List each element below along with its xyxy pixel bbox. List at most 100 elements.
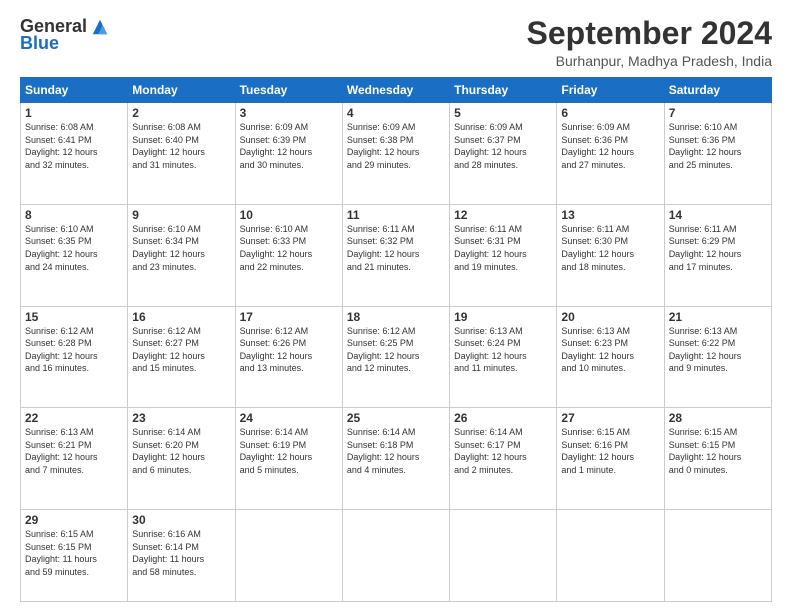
day-number: 23 xyxy=(132,411,230,425)
day-info: Sunrise: 6:14 AMSunset: 6:17 PMDaylight:… xyxy=(454,426,552,476)
day-number: 17 xyxy=(240,310,338,324)
day-info: Sunrise: 6:09 AMSunset: 6:37 PMDaylight:… xyxy=(454,121,552,171)
day-info: Sunrise: 6:14 AMSunset: 6:19 PMDaylight:… xyxy=(240,426,338,476)
week-row-4: 22 Sunrise: 6:13 AMSunset: 6:21 PMDaylig… xyxy=(21,408,772,510)
day-number: 22 xyxy=(25,411,123,425)
day-info: Sunrise: 6:12 AMSunset: 6:25 PMDaylight:… xyxy=(347,325,445,375)
col-monday: Monday xyxy=(128,78,235,103)
day-number: 26 xyxy=(454,411,552,425)
day-info: Sunrise: 6:10 AMSunset: 6:34 PMDaylight:… xyxy=(132,223,230,273)
location: Burhanpur, Madhya Pradesh, India xyxy=(527,53,772,69)
day-number: 6 xyxy=(561,106,659,120)
day-info: Sunrise: 6:08 AMSunset: 6:41 PMDaylight:… xyxy=(25,121,123,171)
day-cell-8: 8 Sunrise: 6:10 AMSunset: 6:35 PMDayligh… xyxy=(21,204,128,306)
empty-cell xyxy=(342,509,449,601)
day-cell-10: 10 Sunrise: 6:10 AMSunset: 6:33 PMDaylig… xyxy=(235,204,342,306)
day-number: 14 xyxy=(669,208,767,222)
logo-blue-text: Blue xyxy=(20,33,59,54)
day-cell-13: 13 Sunrise: 6:11 AMSunset: 6:30 PMDaylig… xyxy=(557,204,664,306)
day-cell-7: 7 Sunrise: 6:10 AMSunset: 6:36 PMDayligh… xyxy=(664,103,771,205)
empty-cell xyxy=(664,509,771,601)
day-info: Sunrise: 6:16 AMSunset: 6:14 PMDaylight:… xyxy=(132,528,230,578)
day-info: Sunrise: 6:13 AMSunset: 6:23 PMDaylight:… xyxy=(561,325,659,375)
col-saturday: Saturday xyxy=(664,78,771,103)
col-tuesday: Tuesday xyxy=(235,78,342,103)
day-number: 25 xyxy=(347,411,445,425)
day-cell-21: 21 Sunrise: 6:13 AMSunset: 6:22 PMDaylig… xyxy=(664,306,771,408)
day-info: Sunrise: 6:15 AMSunset: 6:15 PMDaylight:… xyxy=(669,426,767,476)
day-cell-11: 11 Sunrise: 6:11 AMSunset: 6:32 PMDaylig… xyxy=(342,204,449,306)
day-number: 7 xyxy=(669,106,767,120)
day-number: 1 xyxy=(25,106,123,120)
day-cell-5: 5 Sunrise: 6:09 AMSunset: 6:37 PMDayligh… xyxy=(450,103,557,205)
title-section: September 2024 Burhanpur, Madhya Pradesh… xyxy=(527,16,772,69)
day-cell-24: 24 Sunrise: 6:14 AMSunset: 6:19 PMDaylig… xyxy=(235,408,342,510)
day-number: 18 xyxy=(347,310,445,324)
day-info: Sunrise: 6:08 AMSunset: 6:40 PMDaylight:… xyxy=(132,121,230,171)
day-cell-28: 28 Sunrise: 6:15 AMSunset: 6:15 PMDaylig… xyxy=(664,408,771,510)
logo: General Blue xyxy=(20,16,109,54)
day-info: Sunrise: 6:09 AMSunset: 6:39 PMDaylight:… xyxy=(240,121,338,171)
day-info: Sunrise: 6:10 AMSunset: 6:33 PMDaylight:… xyxy=(240,223,338,273)
day-number: 20 xyxy=(561,310,659,324)
day-info: Sunrise: 6:09 AMSunset: 6:38 PMDaylight:… xyxy=(347,121,445,171)
day-cell-20: 20 Sunrise: 6:13 AMSunset: 6:23 PMDaylig… xyxy=(557,306,664,408)
day-number: 30 xyxy=(132,513,230,527)
header-row: Sunday Monday Tuesday Wednesday Thursday… xyxy=(21,78,772,103)
logo-icon xyxy=(91,18,109,36)
col-thursday: Thursday xyxy=(450,78,557,103)
day-number: 27 xyxy=(561,411,659,425)
day-info: Sunrise: 6:11 AMSunset: 6:31 PMDaylight:… xyxy=(454,223,552,273)
col-friday: Friday xyxy=(557,78,664,103)
day-cell-4: 4 Sunrise: 6:09 AMSunset: 6:38 PMDayligh… xyxy=(342,103,449,205)
day-number: 24 xyxy=(240,411,338,425)
day-cell-9: 9 Sunrise: 6:10 AMSunset: 6:34 PMDayligh… xyxy=(128,204,235,306)
day-info: Sunrise: 6:12 AMSunset: 6:28 PMDaylight:… xyxy=(25,325,123,375)
day-cell-30: 30 Sunrise: 6:16 AMSunset: 6:14 PMDaylig… xyxy=(128,509,235,601)
day-number: 2 xyxy=(132,106,230,120)
day-cell-27: 27 Sunrise: 6:15 AMSunset: 6:16 PMDaylig… xyxy=(557,408,664,510)
day-number: 9 xyxy=(132,208,230,222)
week-row-3: 15 Sunrise: 6:12 AMSunset: 6:28 PMDaylig… xyxy=(21,306,772,408)
header: General Blue September 2024 Burhanpur, M… xyxy=(20,16,772,69)
day-info: Sunrise: 6:14 AMSunset: 6:20 PMDaylight:… xyxy=(132,426,230,476)
day-info: Sunrise: 6:10 AMSunset: 6:35 PMDaylight:… xyxy=(25,223,123,273)
day-info: Sunrise: 6:15 AMSunset: 6:16 PMDaylight:… xyxy=(561,426,659,476)
day-number: 4 xyxy=(347,106,445,120)
day-cell-25: 25 Sunrise: 6:14 AMSunset: 6:18 PMDaylig… xyxy=(342,408,449,510)
calendar-table: Sunday Monday Tuesday Wednesday Thursday… xyxy=(20,77,772,602)
day-info: Sunrise: 6:15 AMSunset: 6:15 PMDaylight:… xyxy=(25,528,123,578)
day-number: 5 xyxy=(454,106,552,120)
day-cell-22: 22 Sunrise: 6:13 AMSunset: 6:21 PMDaylig… xyxy=(21,408,128,510)
empty-cell xyxy=(450,509,557,601)
day-info: Sunrise: 6:11 AMSunset: 6:30 PMDaylight:… xyxy=(561,223,659,273)
month-title: September 2024 xyxy=(527,16,772,51)
day-cell-15: 15 Sunrise: 6:12 AMSunset: 6:28 PMDaylig… xyxy=(21,306,128,408)
day-number: 13 xyxy=(561,208,659,222)
day-info: Sunrise: 6:09 AMSunset: 6:36 PMDaylight:… xyxy=(561,121,659,171)
page: General Blue September 2024 Burhanpur, M… xyxy=(0,0,792,612)
col-sunday: Sunday xyxy=(21,78,128,103)
day-cell-2: 2 Sunrise: 6:08 AMSunset: 6:40 PMDayligh… xyxy=(128,103,235,205)
day-cell-1: 1 Sunrise: 6:08 AMSunset: 6:41 PMDayligh… xyxy=(21,103,128,205)
day-number: 19 xyxy=(454,310,552,324)
day-number: 29 xyxy=(25,513,123,527)
day-info: Sunrise: 6:12 AMSunset: 6:27 PMDaylight:… xyxy=(132,325,230,375)
empty-cell xyxy=(557,509,664,601)
day-cell-17: 17 Sunrise: 6:12 AMSunset: 6:26 PMDaylig… xyxy=(235,306,342,408)
day-number: 15 xyxy=(25,310,123,324)
day-number: 21 xyxy=(669,310,767,324)
day-cell-29: 29 Sunrise: 6:15 AMSunset: 6:15 PMDaylig… xyxy=(21,509,128,601)
day-number: 16 xyxy=(132,310,230,324)
day-info: Sunrise: 6:12 AMSunset: 6:26 PMDaylight:… xyxy=(240,325,338,375)
day-info: Sunrise: 6:10 AMSunset: 6:36 PMDaylight:… xyxy=(669,121,767,171)
day-number: 8 xyxy=(25,208,123,222)
day-cell-6: 6 Sunrise: 6:09 AMSunset: 6:36 PMDayligh… xyxy=(557,103,664,205)
week-row-1: 1 Sunrise: 6:08 AMSunset: 6:41 PMDayligh… xyxy=(21,103,772,205)
day-number: 10 xyxy=(240,208,338,222)
day-number: 3 xyxy=(240,106,338,120)
day-number: 11 xyxy=(347,208,445,222)
empty-cell xyxy=(235,509,342,601)
day-info: Sunrise: 6:11 AMSunset: 6:32 PMDaylight:… xyxy=(347,223,445,273)
day-number: 12 xyxy=(454,208,552,222)
